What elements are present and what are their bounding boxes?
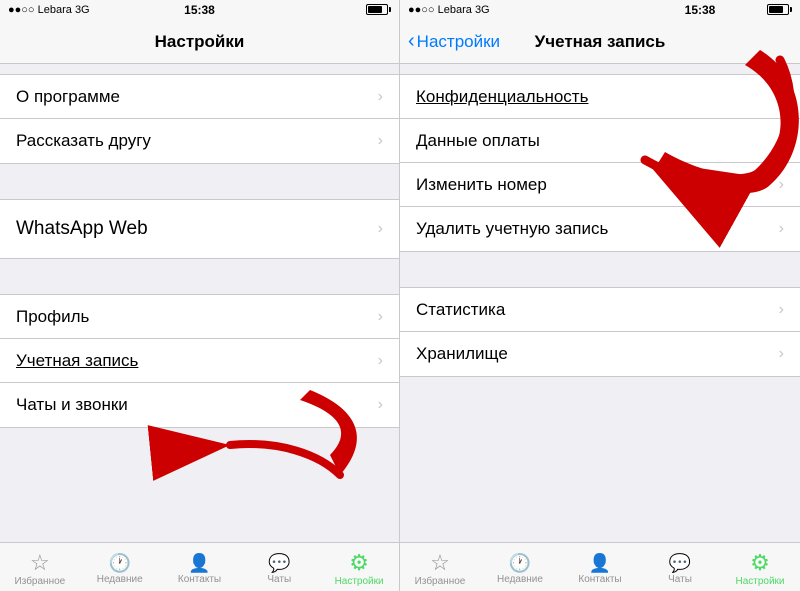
profile-chevron: › xyxy=(378,308,383,326)
change-number-chevron: › xyxy=(779,176,784,194)
profile-label: Профиль xyxy=(16,307,89,327)
gap3 xyxy=(0,259,399,294)
payment-chevron: › xyxy=(779,132,784,150)
chats-icon-left: 💬 xyxy=(268,554,290,572)
tab-favorites-left[interactable]: ☆ Избранное xyxy=(0,543,80,591)
list-item-chats[interactable]: Чаты и звонки › xyxy=(0,383,399,427)
chats-tab-label-left: Чаты xyxy=(267,574,291,585)
chats-icon-right: 💬 xyxy=(669,554,691,572)
left-nav-title: Настройки xyxy=(155,32,245,52)
chats-label: Чаты и звонки xyxy=(16,395,128,415)
nav-bar-right: ‹ Настройки Учетная запись xyxy=(400,20,800,64)
gap2 xyxy=(0,164,399,199)
contacts-label-right: Контакты xyxy=(578,574,621,585)
tab-contacts-right[interactable]: 👤 Контакты xyxy=(560,543,640,591)
statistics-chevron: › xyxy=(779,301,784,319)
favorites-label-right: Избранное xyxy=(415,576,466,587)
recent-icon-left: 🕐 xyxy=(108,554,130,572)
statistics-label: Статистика xyxy=(416,300,505,320)
settings-content-left: О программе › Рассказать другу › WhatsAp… xyxy=(0,64,399,542)
recent-icon-right: 🕐 xyxy=(509,554,531,572)
back-chevron-icon: ‹ xyxy=(408,30,415,53)
recent-label-left: Недавние xyxy=(97,574,143,585)
time-left: 15:38 xyxy=(184,3,215,17)
about-label: О программе xyxy=(16,87,120,107)
list-item-statistics[interactable]: Статистика › xyxy=(400,288,800,332)
whatsapp-web-label: WhatsApp Web xyxy=(16,218,148,240)
gap1 xyxy=(0,64,399,74)
right-gap2 xyxy=(400,252,800,287)
right-panel: ●●○○ Lebara 3G 15:38 ‹ Настройки Учетная… xyxy=(400,0,800,591)
right-gap1 xyxy=(400,64,800,74)
favorites-icon-left: ☆ xyxy=(30,552,50,574)
nav-bar-left: Настройки xyxy=(0,20,399,64)
payment-label: Данные оплаты xyxy=(416,131,540,151)
status-bar-left: ●●○○ Lebara 3G 15:38 xyxy=(0,0,399,20)
tab-chats-left[interactable]: 💬 Чаты xyxy=(239,543,319,591)
account-chevron: › xyxy=(378,352,383,370)
account-label: Учетная запись xyxy=(16,351,138,371)
list-item-privacy[interactable]: Конфиденциальность › xyxy=(400,75,800,119)
list-item-tell-friend[interactable]: Рассказать другу › xyxy=(0,119,399,163)
tab-recent-right[interactable]: 🕐 Недавние xyxy=(480,543,560,591)
about-chevron: › xyxy=(378,88,383,106)
tab-contacts-left[interactable]: 👤 Контакты xyxy=(160,543,240,591)
tab-bar-left: ☆ Избранное 🕐 Недавние 👤 Контакты 💬 Чаты… xyxy=(0,542,399,591)
tab-chats-right[interactable]: 💬 Чаты xyxy=(640,543,720,591)
list-item-payment[interactable]: Данные оплаты › xyxy=(400,119,800,163)
contacts-label-left: Контакты xyxy=(178,574,221,585)
tab-settings-left[interactable]: ⚙ Настройки xyxy=(319,543,399,591)
status-bar-right: ●●○○ Lebara 3G 15:38 xyxy=(400,0,800,20)
left-panel: ●●○○ Lebara 3G 15:38 Настройки О програм… xyxy=(0,0,400,591)
list-group-2: WhatsApp Web › xyxy=(0,199,399,259)
carrier-right: ●●○○ Lebara 3G xyxy=(408,4,490,16)
list-item-change-number[interactable]: Изменить номер › xyxy=(400,163,800,207)
settings-label-right: Настройки xyxy=(735,576,784,587)
tab-bar-right: ☆ Избранное 🕐 Недавние 👤 Контакты 💬 Чаты… xyxy=(400,542,800,591)
right-nav-title: Учетная запись xyxy=(535,32,666,52)
tab-settings-right[interactable]: ⚙ Настройки xyxy=(720,543,800,591)
settings-icon-left: ⚙ xyxy=(349,552,369,574)
list-item-whatsapp-web[interactable]: WhatsApp Web › xyxy=(0,200,399,258)
back-label: Настройки xyxy=(417,32,500,52)
right-list-group-1: Конфиденциальность › Данные оплаты › Изм… xyxy=(400,74,800,252)
storage-chevron: › xyxy=(779,345,784,363)
carrier-left: ●●○○ Lebara 3G xyxy=(8,4,90,16)
back-button[interactable]: ‹ Настройки xyxy=(408,30,500,53)
list-group-3: Профиль › Учетная запись › Чаты и звонки… xyxy=(0,294,399,428)
delete-account-label: Удалить учетную запись xyxy=(416,219,608,239)
contacts-icon-right: 👤 xyxy=(589,554,611,572)
whatsapp-web-chevron: › xyxy=(378,220,383,238)
storage-label: Хранилище xyxy=(416,344,508,364)
time-right: 15:38 xyxy=(685,3,716,17)
contacts-icon-left: 👤 xyxy=(188,554,210,572)
battery-left xyxy=(366,4,391,16)
favorites-icon-right: ☆ xyxy=(430,552,450,574)
change-number-label: Изменить номер xyxy=(416,175,547,195)
right-list-group-2: Статистика › Хранилище › xyxy=(400,287,800,377)
tell-friend-chevron: › xyxy=(378,132,383,150)
tab-recent-left[interactable]: 🕐 Недавние xyxy=(80,543,160,591)
tell-friend-label: Рассказать другу xyxy=(16,131,151,151)
tab-favorites-right[interactable]: ☆ Избранное xyxy=(400,543,480,591)
delete-account-chevron: › xyxy=(779,220,784,238)
list-group-1: О программе › Рассказать другу › xyxy=(0,74,399,164)
chats-chevron: › xyxy=(378,396,383,414)
list-item-account[interactable]: Учетная запись › xyxy=(0,339,399,383)
list-item-delete-account[interactable]: Удалить учетную запись › xyxy=(400,207,800,251)
recent-label-right: Недавние xyxy=(497,574,543,585)
privacy-chevron: › xyxy=(779,88,784,106)
favorites-label-left: Избранное xyxy=(15,576,66,587)
chats-tab-label-right: Чаты xyxy=(668,574,692,585)
list-item-storage[interactable]: Хранилище › xyxy=(400,332,800,376)
list-item-profile[interactable]: Профиль › xyxy=(0,295,399,339)
settings-label-left: Настройки xyxy=(335,576,384,587)
list-item-about[interactable]: О программе › xyxy=(0,75,399,119)
settings-content-right: Конфиденциальность › Данные оплаты › Изм… xyxy=(400,64,800,542)
privacy-label: Конфиденциальность xyxy=(416,87,588,107)
settings-icon-right: ⚙ xyxy=(750,552,770,574)
battery-right xyxy=(767,4,792,16)
